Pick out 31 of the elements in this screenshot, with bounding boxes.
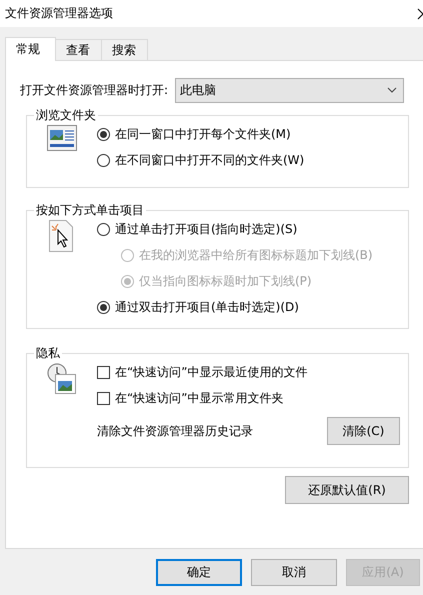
checkbox-label[interactable]: 在“快速访问”中显示常用文件夹 — [115, 390, 284, 406]
group-title: 隐私 — [34, 345, 62, 362]
radio-button[interactable] — [97, 300, 110, 314]
radio-button[interactable] — [97, 128, 110, 140]
option-label: 在我的浏览器中给所有图标标题加下划线(B) — [139, 246, 373, 264]
restore-defaults-button[interactable]: 还原默认值(R) — [285, 476, 409, 504]
cursor-document-icon — [49, 220, 75, 252]
tab[interactable]: 搜索 — [101, 39, 148, 60]
clear-button[interactable]: 清除(C) — [327, 417, 400, 445]
checkbox-label[interactable]: 在“快速访问”中显示最近使用的文件 — [115, 364, 308, 380]
clock-document-icon — [47, 363, 77, 395]
option-label[interactable]: 在不同窗口中打开不同的文件夹(W) — [115, 152, 304, 168]
window-icon — [47, 125, 77, 151]
dialog-button[interactable]: 取消 — [251, 559, 337, 586]
radio-button[interactable] — [97, 222, 110, 236]
group-title: 浏览文件夹 — [34, 107, 98, 124]
dialog-button[interactable]: 确定 — [156, 559, 242, 586]
field-label: 打开文件资源管理器时打开: — [20, 82, 168, 98]
chevron-down-icon — [387, 87, 398, 93]
option-label[interactable]: 在同一窗口中打开每个文件夹(M) — [115, 126, 291, 142]
option-label[interactable]: 通过单击打开项目(指向时选定)(S) — [115, 220, 298, 238]
checkbox[interactable] — [97, 392, 110, 404]
startup-dropdown[interactable]: 此电脑 — [175, 78, 404, 102]
option-label: 仅当指向图标标题时加下划线(P) — [139, 272, 312, 290]
window-title: 文件资源管理器选项 — [5, 5, 113, 22]
option-label[interactable]: 通过双击打开项目(单击时选定)(D) — [115, 298, 299, 316]
checkbox[interactable] — [97, 366, 110, 378]
tab[interactable]: 常规 — [5, 37, 56, 61]
clear-history-label: 清除文件资源管理器历史记录 — [97, 422, 253, 440]
group-title: 按如下方式单击项目 — [34, 202, 146, 219]
radio-button[interactable] — [97, 154, 110, 166]
